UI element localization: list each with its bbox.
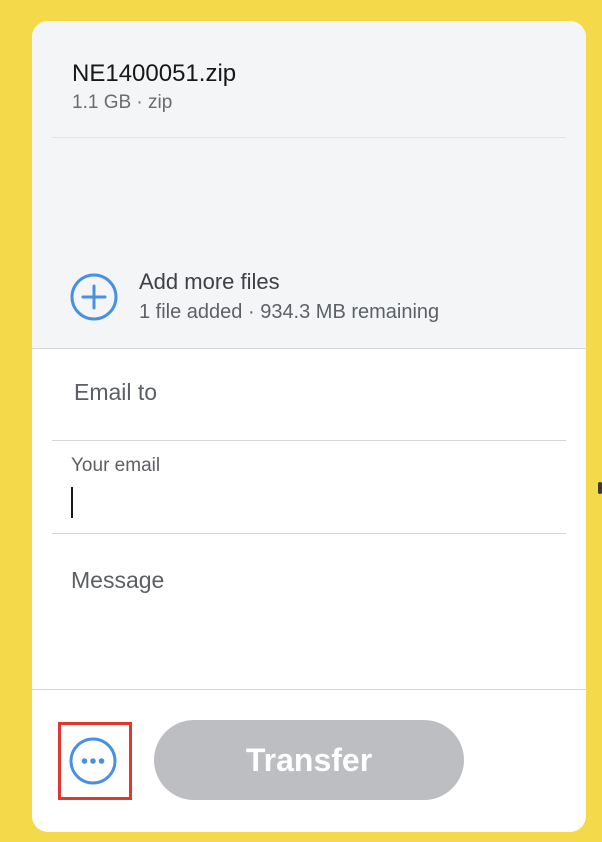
file-divider — [52, 137, 566, 138]
panel-divider — [32, 348, 586, 349]
more-options-icon[interactable] — [69, 737, 117, 785]
add-more-files[interactable]: Add more files 1 file added · 934.3 MB r… — [70, 267, 439, 326]
file-item[interactable]: NE1400051.zip 1.1 GB · zip — [72, 59, 236, 116]
plus-circle-icon[interactable] — [70, 273, 118, 321]
message-field[interactable]: Message — [71, 567, 164, 594]
file-meta: 1.1 GB · zip — [72, 92, 173, 113]
transfer-card: NE1400051.zip 1.1 GB · zip Add more file… — [32, 21, 586, 832]
field-divider — [52, 533, 566, 534]
add-files-text: Add more files 1 file added · 934.3 MB r… — [139, 267, 439, 326]
footer-divider — [32, 689, 586, 690]
add-files-title[interactable]: Add more files — [139, 267, 439, 297]
field-divider — [52, 440, 566, 441]
files-panel: NE1400051.zip 1.1 GB · zip Add more file… — [32, 21, 586, 348]
your-email-input-caret[interactable] — [71, 487, 73, 518]
transfer-button[interactable]: Transfer — [154, 720, 464, 800]
add-files-subtitle: 1 file added · 934.3 MB remaining — [139, 301, 440, 323]
edge-handle — [598, 482, 602, 494]
your-email-label: Your email — [71, 455, 161, 476]
email-to-field[interactable]: Email to — [74, 379, 157, 406]
file-name: NE1400051.zip — [72, 60, 237, 87]
